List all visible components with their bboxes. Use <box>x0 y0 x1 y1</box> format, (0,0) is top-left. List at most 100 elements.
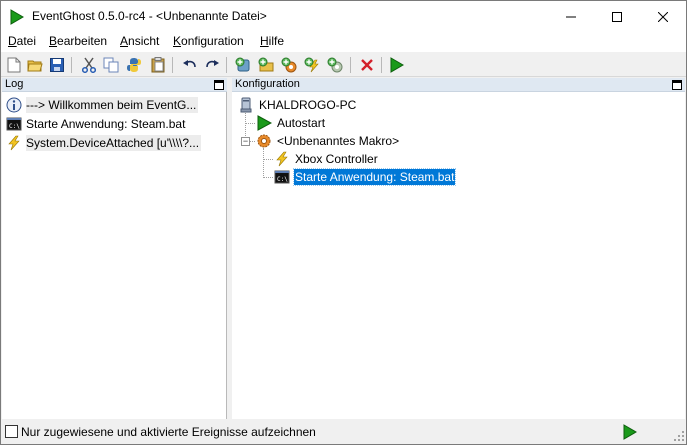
new-file-icon <box>7 57 21 73</box>
tree-node-label: Autostart <box>277 116 326 130</box>
lightning-icon <box>8 135 20 151</box>
console-icon: C:\ <box>6 117 22 131</box>
collapse-toggle[interactable]: − <box>241 137 250 146</box>
maximize-icon <box>612 11 622 22</box>
menu-hilfe[interactable]: Hilfe <box>260 34 284 48</box>
svg-text:C:\: C:\ <box>9 123 20 130</box>
menu-label: atei <box>16 34 37 48</box>
execute-button[interactable] <box>388 56 406 74</box>
log-header-label: Log <box>5 78 24 90</box>
toolbar-separator <box>350 57 351 73</box>
new-button[interactable] <box>5 56 23 74</box>
delete-icon <box>361 59 373 71</box>
window-title: EventGhost 0.5.0-rc4 - <Unbenannte Datei… <box>32 9 267 23</box>
pane-splitter[interactable] <box>228 78 231 419</box>
toolbar-separator <box>226 57 227 73</box>
menu-accel: D <box>8 34 17 48</box>
menu-label: earbeiten <box>57 34 108 48</box>
configuration-header-label: Konfiguration <box>235 78 300 90</box>
log-pane: Log ---> Willkommen beim EventG... C:\ S… <box>2 78 227 419</box>
record-filter-label[interactable]: Nur zugewiesene und aktivierte Ereigniss… <box>21 425 316 439</box>
configuration-header: Konfiguration <box>232 78 685 92</box>
execute-icon <box>390 57 404 73</box>
status-bar: Nur zugewiesene und aktivierte Ereigniss… <box>1 420 686 444</box>
svg-text:C:\: C:\ <box>277 176 288 183</box>
record-filter-checkbox[interactable] <box>5 425 18 438</box>
add-event-button[interactable] <box>303 56 321 74</box>
tree-node-label: <Unbenanntes Makro> <box>277 134 400 148</box>
macro-gear-icon <box>257 134 271 148</box>
close-icon <box>658 11 668 22</box>
add-macro-button[interactable] <box>280 56 298 74</box>
app-window: EventGhost 0.5.0-rc4 - <Unbenannte Datei… <box>0 0 687 445</box>
configuration-tree[interactable]: − KHALDROGO-PC Autostart <Unbenanntes Ma… <box>232 93 685 417</box>
tree-line <box>263 148 264 178</box>
open-folder-icon <box>27 60 43 72</box>
add-plugin-icon <box>235 57 250 72</box>
python-button[interactable] <box>125 56 143 74</box>
menu-accel: H <box>260 34 269 48</box>
copy-icon <box>103 57 119 73</box>
log-header: Log <box>2 78 227 92</box>
add-folder-button[interactable] <box>257 56 275 74</box>
log-text: Starte Anwendung: Steam.bat <box>26 117 186 131</box>
cut-icon <box>82 57 96 73</box>
configuration-pane-maximize-icon[interactable] <box>672 80 682 90</box>
tree-line <box>263 177 273 178</box>
copy-button[interactable] <box>102 56 120 74</box>
info-icon <box>6 97 22 113</box>
menu-label: ilfe <box>268 34 285 48</box>
minimize-icon <box>566 16 576 17</box>
delete-button[interactable] <box>358 56 376 74</box>
configuration-pane: Konfiguration − KHALDROGO-PC Autostart <… <box>232 78 685 419</box>
title-bar[interactable]: EventGhost 0.5.0-rc4 - <Unbenannte Datei… <box>1 1 686 32</box>
undo-button[interactable] <box>181 56 199 74</box>
resize-grip-icon[interactable] <box>673 430 685 442</box>
process-indicator-play-icon <box>623 424 637 440</box>
log-pane-maximize-icon[interactable] <box>214 80 224 90</box>
close-button[interactable] <box>640 1 686 32</box>
menu-bearbeiten[interactable]: Bearbeiten <box>49 34 107 48</box>
menu-bar: Datei Bearbeiten Ansicht Konfiguration H… <box>1 32 686 52</box>
event-lightning-icon <box>276 151 288 167</box>
toolbar-separator <box>172 57 173 73</box>
save-button[interactable] <box>48 56 66 74</box>
menu-accel: K <box>173 34 182 48</box>
add-action-button[interactable] <box>326 56 344 74</box>
tree-node-label: KHALDROGO-PC <box>259 98 357 112</box>
cut-button[interactable] <box>80 56 98 74</box>
menu-accel: B <box>49 34 58 48</box>
open-button[interactable] <box>26 56 44 74</box>
tree-node-label: Xbox Controller <box>295 152 378 166</box>
save-icon <box>50 58 64 72</box>
menu-ansicht[interactable]: Ansicht <box>120 34 159 48</box>
menu-datei[interactable]: Datei <box>8 34 36 48</box>
maximize-button[interactable] <box>594 1 640 32</box>
toolbar-separator <box>71 57 72 73</box>
autostart-play-icon <box>257 115 272 131</box>
menu-accel: A <box>120 34 129 48</box>
redo-button[interactable] <box>203 56 221 74</box>
log-text: ---> Willkommen beim EventG... <box>26 97 199 113</box>
tree-line <box>263 159 273 160</box>
add-plugin-button[interactable] <box>234 56 252 74</box>
toolbar <box>1 53 686 77</box>
python-icon <box>127 58 141 72</box>
eventghost-play-icon <box>10 9 24 25</box>
tree-line <box>245 123 255 124</box>
console-icon: C:\ <box>274 170 290 184</box>
menu-label: nsicht <box>128 34 160 48</box>
menu-konfiguration[interactable]: Konfiguration <box>173 34 244 48</box>
log-text: System.DeviceAttached [u'\\\\?... <box>26 135 202 151</box>
minimize-button[interactable] <box>548 1 594 32</box>
add-event-icon <box>304 57 319 73</box>
add-macro-icon <box>281 57 297 73</box>
paste-icon <box>151 57 165 73</box>
toolbar-separator <box>381 57 382 73</box>
redo-icon <box>206 60 219 68</box>
menu-label: onfiguration <box>181 34 244 48</box>
computer-icon <box>240 97 252 113</box>
add-folder-icon <box>258 57 274 72</box>
paste-button[interactable] <box>149 56 167 74</box>
add-action-icon <box>327 57 343 73</box>
